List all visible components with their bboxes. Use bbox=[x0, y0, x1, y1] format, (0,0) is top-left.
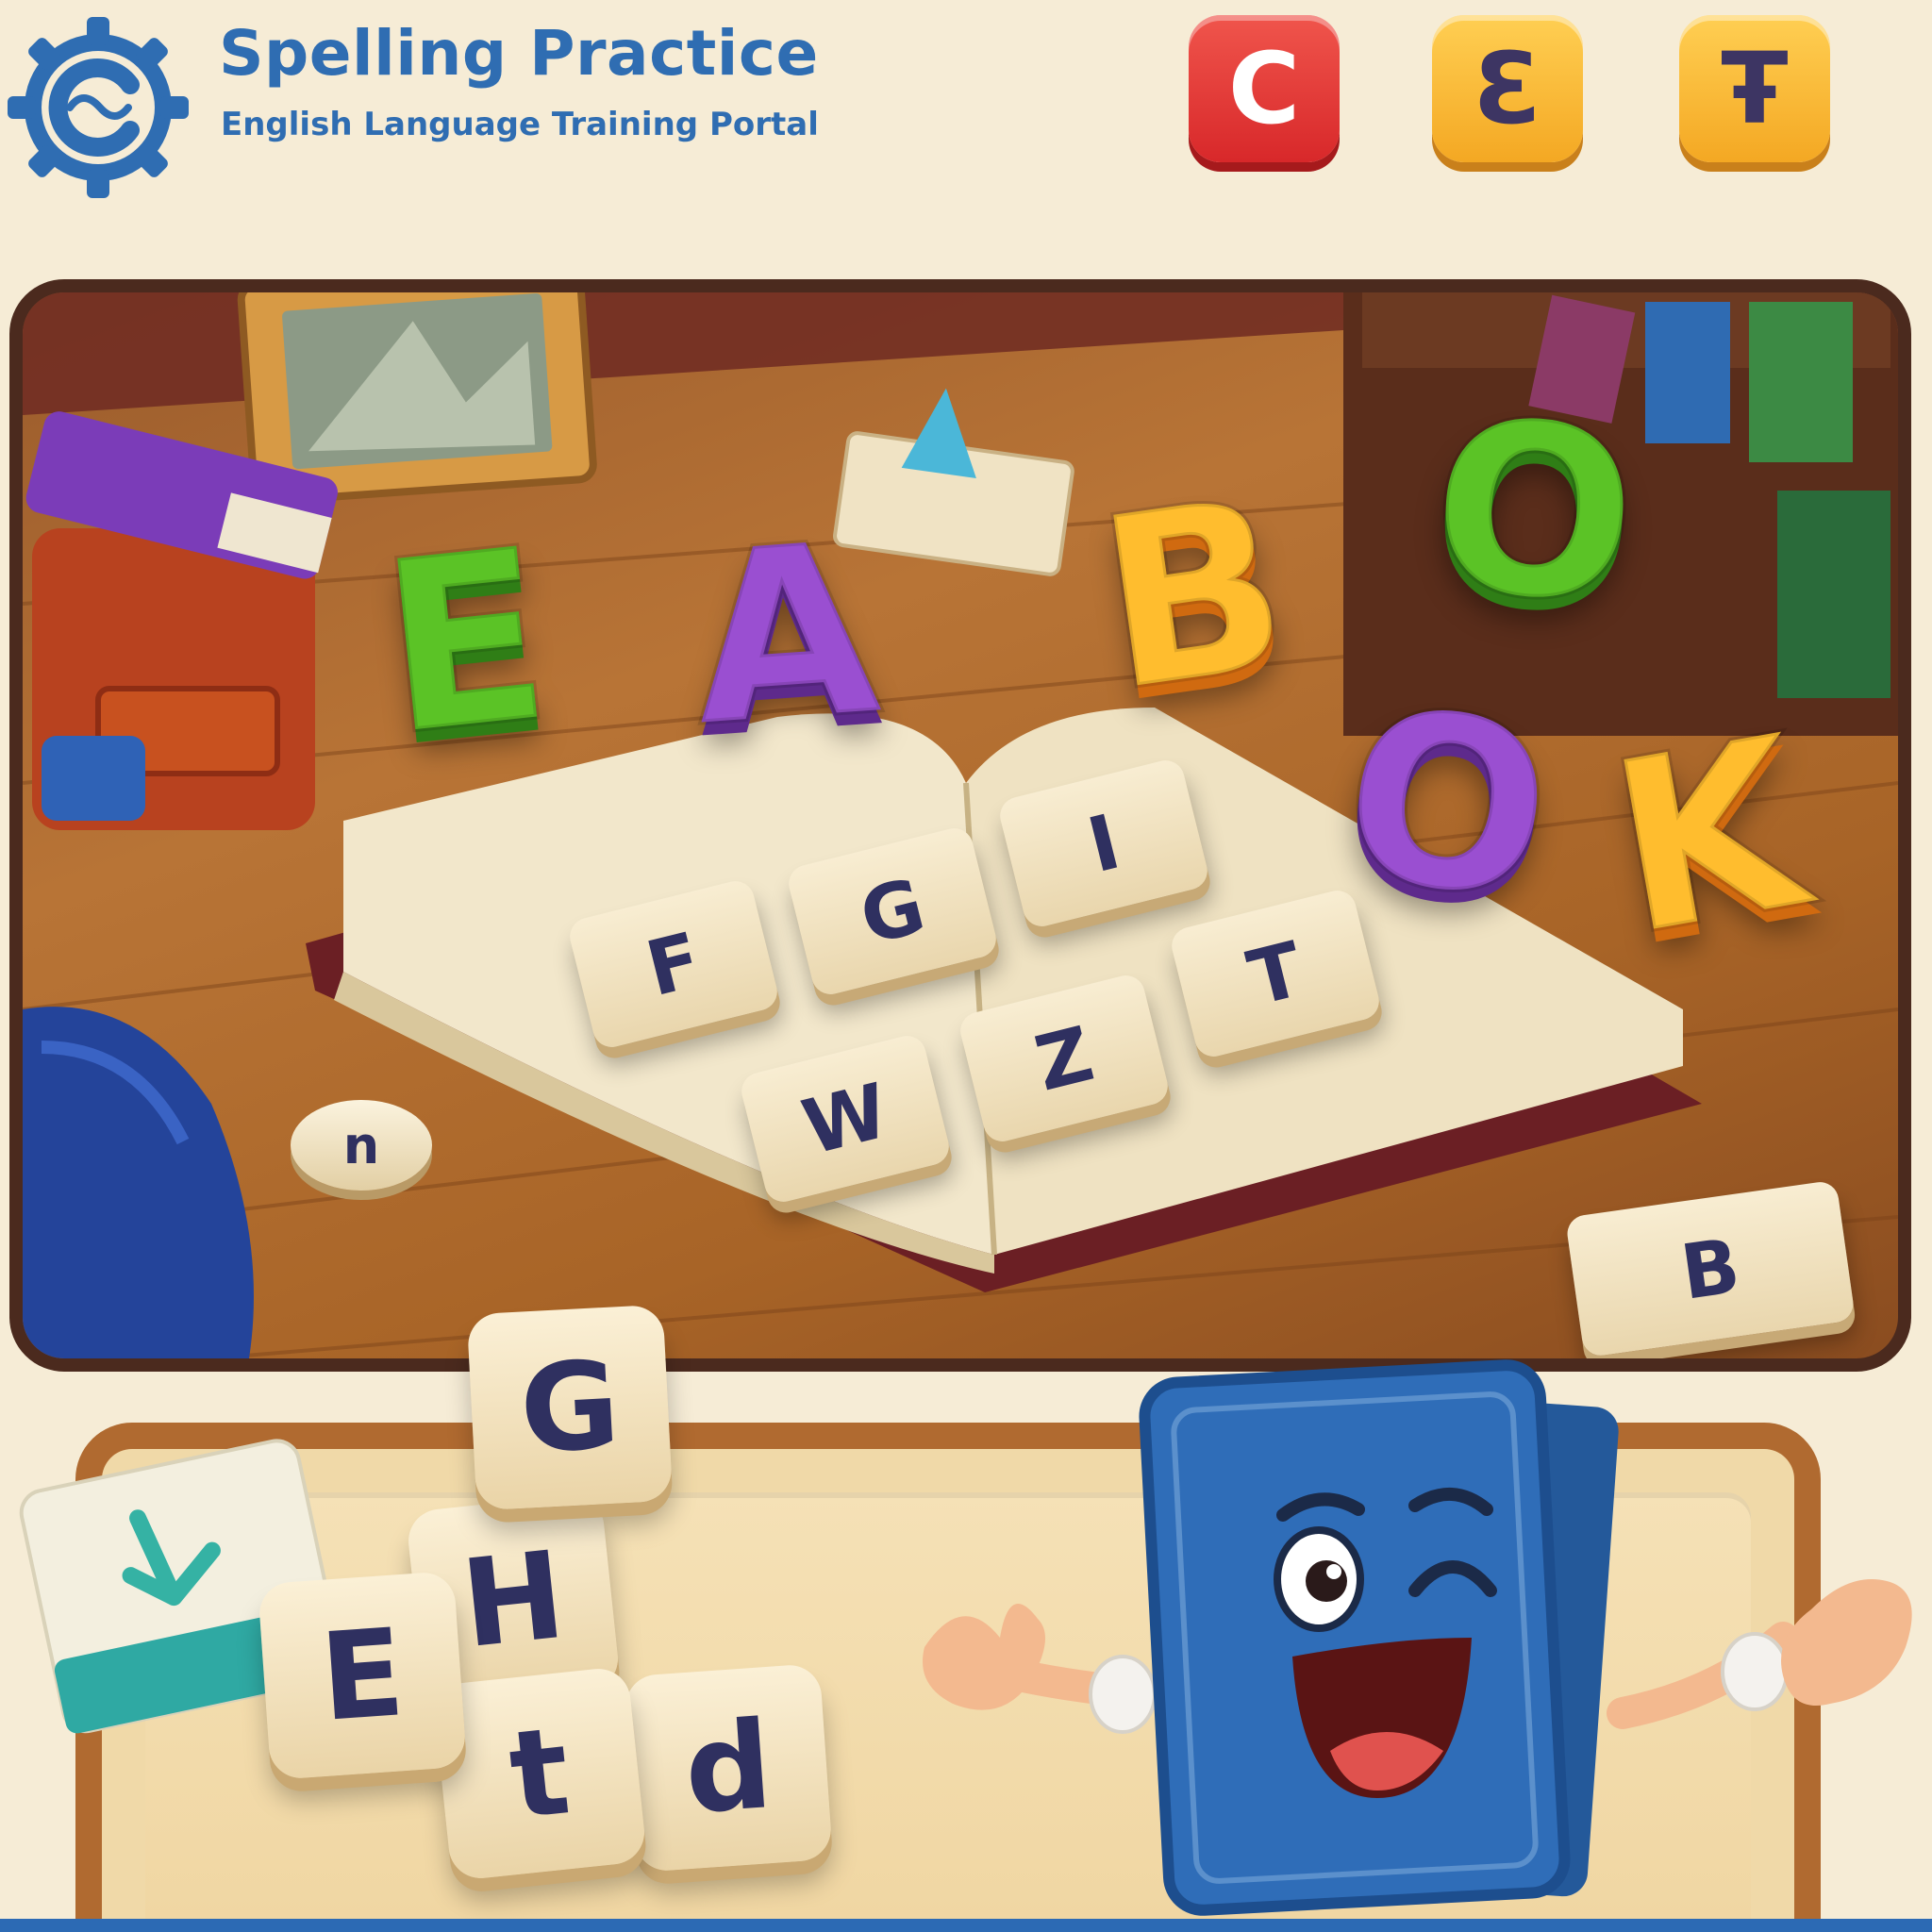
game-scene[interactable]: I G F T Z W n B E A B O O K bbox=[9, 279, 1911, 1372]
floating-letter[interactable]: O bbox=[1422, 365, 1646, 658]
floating-letter[interactable]: E bbox=[368, 494, 562, 790]
tray-letter-tile[interactable]: t bbox=[431, 1665, 648, 1882]
letter-coin[interactable]: n bbox=[291, 1100, 432, 1191]
book-stack bbox=[25, 411, 338, 830]
letter-tile-button[interactable]: Ɛ bbox=[1432, 15, 1583, 162]
page-subtitle: English Language Training Portal bbox=[221, 106, 819, 143]
letter-tile-button[interactable]: Ŧ bbox=[1679, 15, 1830, 162]
floating-letter[interactable]: A bbox=[682, 489, 889, 781]
tray-letter-tile[interactable]: d bbox=[623, 1662, 834, 1874]
letter-tile-button[interactable]: C bbox=[1189, 15, 1340, 162]
tray-letter-tile[interactable]: G bbox=[466, 1304, 674, 1511]
floating-letter[interactable]: B bbox=[1083, 443, 1305, 746]
gear-c-logo-icon bbox=[8, 17, 189, 198]
winking-book-mascot-icon[interactable] bbox=[906, 1355, 1932, 1932]
bottom-bar bbox=[0, 1919, 1932, 1932]
tray-letter-tile[interactable]: E bbox=[257, 1570, 468, 1781]
floating-letter[interactable]: O bbox=[1326, 652, 1569, 958]
page-title: Spelling Practice bbox=[219, 17, 819, 90]
